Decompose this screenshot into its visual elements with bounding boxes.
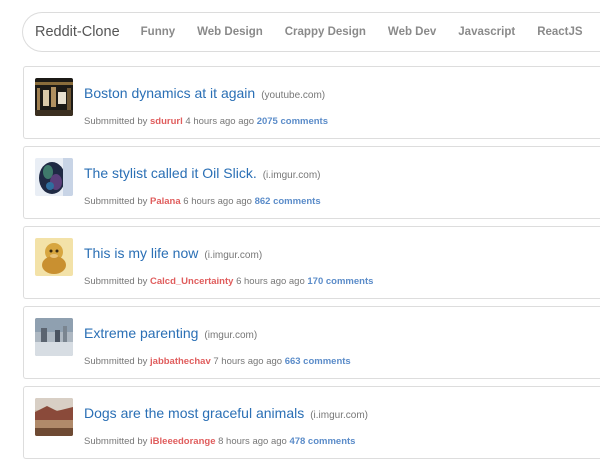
post-comments-link[interactable]: 663 comments xyxy=(285,356,351,367)
post-domain: (i.imgur.com) xyxy=(310,410,369,421)
post-list: Boston dynamics at it again (youtube.com)… xyxy=(23,66,600,466)
post-title-row: Extreme parenting (imgur.com) xyxy=(84,325,257,343)
post-title-link[interactable]: Boston dynamics at it again xyxy=(84,85,255,101)
post-domain: (i.imgur.com) xyxy=(262,170,321,181)
post-card: This is my life now (i.imgur.com) Submmit… xyxy=(23,226,600,299)
post-author-link[interactable]: Calcd_Uncertainty xyxy=(150,276,233,287)
post-meta: Submmitted by Calcd_Uncertainty 6 hours … xyxy=(84,276,373,287)
nav-link-reactjs[interactable]: ReactJS xyxy=(537,26,582,38)
post-title-row: The stylist called it Oil Slick. (i.imgur… xyxy=(84,165,321,183)
post-comments-link[interactable]: 862 comments xyxy=(255,196,321,207)
post-card: Dogs are the most graceful animals (i.img… xyxy=(23,386,600,459)
post-title-link[interactable]: Extreme parenting xyxy=(84,325,198,341)
post-title-row: Dogs are the most graceful animals (i.img… xyxy=(84,405,368,423)
nav-link-web-dev[interactable]: Web Dev xyxy=(388,26,436,38)
submitted-label: Submmitted by xyxy=(84,276,148,287)
post-thumbnail[interactable] xyxy=(35,318,73,356)
post-meta: Submmitted by iBleeedorange 8 hours ago … xyxy=(84,436,355,447)
submitted-label: Submmitted by xyxy=(84,436,148,447)
submitted-label: Submmitted by xyxy=(84,196,148,207)
post-title-row: This is my life now (i.imgur.com) xyxy=(84,245,262,263)
post-thumbnail[interactable] xyxy=(35,398,73,436)
post-title-row: Boston dynamics at it again (youtube.com) xyxy=(84,85,325,103)
post-thumbnail[interactable] xyxy=(35,78,73,116)
post-title-link[interactable]: This is my life now xyxy=(84,245,198,261)
post-thumbnail[interactable] xyxy=(35,158,73,196)
post-time: 7 hours ago ago xyxy=(213,356,283,367)
post-comments-link[interactable]: 2075 comments xyxy=(257,116,328,127)
post-comments-link[interactable]: 478 comments xyxy=(289,436,355,447)
post-meta: Submmitted by jabbathechav 7 hours ago a… xyxy=(84,356,351,367)
post-time: 6 hours ago ago xyxy=(183,196,252,207)
post-comments-link[interactable]: 170 comments xyxy=(307,276,373,287)
post-domain: (youtube.com) xyxy=(261,90,326,101)
post-meta: Submmitted by Palana 6 hours ago ago 862… xyxy=(84,196,321,207)
post-author-link[interactable]: sdururl xyxy=(150,116,183,127)
post-card: Extreme parenting (imgur.com) Submmitted … xyxy=(23,306,600,379)
submitted-label: Submmitted by xyxy=(84,356,148,367)
post-domain: (imgur.com) xyxy=(204,330,258,341)
post-domain: (i.imgur.com) xyxy=(204,250,263,261)
post-meta: Submmitted by sdururl 4 hours ago ago 20… xyxy=(84,116,328,127)
post-author-link[interactable]: jabbathechav xyxy=(150,356,211,367)
post-title-link[interactable]: The stylist called it Oil Slick. xyxy=(84,165,257,181)
post-author-link[interactable]: Palana xyxy=(150,196,181,207)
brand-logo[interactable]: Reddit-Clone xyxy=(35,24,120,40)
post-title-link[interactable]: Dogs are the most graceful animals xyxy=(84,405,304,421)
post-time: 6 hours ago ago xyxy=(236,276,305,287)
post-thumbnail[interactable] xyxy=(35,238,73,276)
submitted-label: Submmitted by xyxy=(84,116,148,127)
post-card: Boston dynamics at it again (youtube.com)… xyxy=(23,66,600,139)
navbar: Reddit-Clone Funny Web Design Crappy Des… xyxy=(22,12,600,52)
nav-link-web-design[interactable]: Web Design xyxy=(197,26,263,38)
nav-link-funny[interactable]: Funny xyxy=(141,26,176,38)
nav-link-crappy-design[interactable]: Crappy Design xyxy=(285,26,366,38)
post-author-link[interactable]: iBleeedorange xyxy=(150,436,215,447)
post-card: The stylist called it Oil Slick. (i.imgur… xyxy=(23,146,600,219)
post-time: 8 hours ago ago xyxy=(218,436,287,447)
nav-link-javascript[interactable]: Javascript xyxy=(458,26,515,38)
post-time: 4 hours ago ago xyxy=(185,116,255,127)
